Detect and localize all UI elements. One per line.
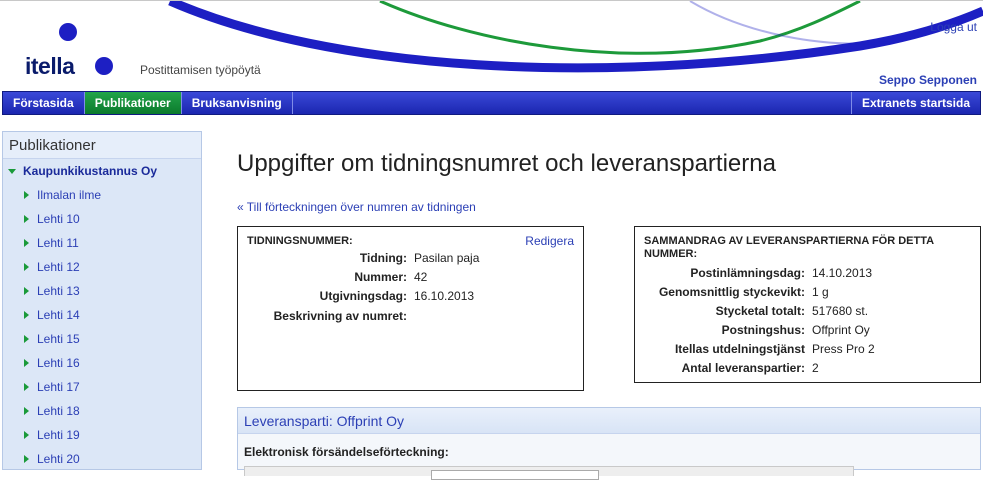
field-label: Stycketal totalt: [715, 304, 805, 318]
expand-triangle-icon [8, 169, 16, 174]
field-value: 14.10.2013 [812, 266, 873, 280]
issue-heading: TIDNINGSNUMMER: [247, 235, 353, 247]
page-header: itella Postittamisen työpöytä Logga ut S… [0, 0, 983, 90]
field-label: Antal leveranspartier: [681, 361, 805, 375]
summary-heading-line1: SAMMANDRAG AV LEVERANSPARTIERNA FÖR DETT… [644, 235, 935, 247]
issue-field-row: Nummer: 42 [238, 270, 585, 286]
field-value: Press Pro 2 [812, 342, 875, 356]
delivery-lot-heading: Leveransparti: Offprint Oy [238, 408, 980, 434]
sidebar-item-publication[interactable]: Lehti 19 [3, 423, 201, 447]
summary-field-row: Genomsnittlig styckevikt: 1 g [635, 285, 982, 301]
sidebar-item-publication[interactable]: Lehti 13 [3, 279, 201, 303]
sidebar-item-publication[interactable]: Lehti 11 [3, 231, 201, 255]
sidebar-item-publication[interactable]: Lehti 10 [3, 207, 201, 231]
field-label: Tidning: [359, 251, 407, 265]
nav-item-forstasida[interactable]: Förstasida [3, 92, 85, 114]
field-value: 16.10.2013 [414, 289, 475, 303]
sidebar-item-label: Ilmalan ilme [37, 188, 102, 202]
field-label: Postinlämningsdag: [690, 266, 805, 280]
logo-text: itella [25, 53, 75, 79]
field-label: Genomsnittlig styckevikt: [658, 285, 805, 299]
manifest-table [244, 466, 854, 480]
sidebar-title: Publikationer [3, 132, 201, 159]
issue-details-box: TIDNINGSNUMMER: Redigera Tidning: Pasila… [237, 226, 584, 391]
arrow-right-icon [24, 263, 29, 271]
sidebar-item-label: Lehti 10 [37, 212, 80, 226]
sidebar-item-publication[interactable]: Lehti 16 [3, 351, 201, 375]
summary-field-row: Antal leveranspartier: 2 [635, 361, 982, 377]
sidebar-item-publication[interactable]: Ilmalan ilme [3, 183, 201, 207]
issue-field-row: Beskrivning av numret: [238, 309, 585, 325]
nav-spacer [293, 92, 851, 114]
arrow-right-icon [24, 335, 29, 343]
electronic-manifest-label: Elektronisk försändelseförteckning: [244, 445, 449, 459]
sidebar-item-publication[interactable]: Lehti 20 [3, 447, 201, 471]
nav-item-publikationer[interactable]: Publikationer [84, 92, 182, 114]
field-label: Postningshus: [721, 323, 805, 337]
field-value: Offprint Oy [812, 323, 870, 337]
issue-field-row: Tidning: Pasilan paja [238, 251, 585, 267]
arrow-right-icon [24, 407, 29, 415]
sidebar-item-label: Lehti 20 [37, 452, 80, 466]
tagline: Postittamisen työpöytä [140, 63, 261, 77]
edit-link[interactable]: Redigera [525, 234, 574, 248]
arrow-right-icon [24, 431, 29, 439]
logo-dot-icon [59, 23, 77, 41]
sidebar-item-label: Lehti 19 [37, 428, 80, 442]
arrow-right-icon [24, 287, 29, 295]
sidebar: Publikationer Kaupunkikustannus Oy Ilmal… [2, 131, 202, 470]
arrow-right-icon [24, 383, 29, 391]
itella-logo[interactable]: itella [25, 23, 125, 83]
field-value: Pasilan paja [414, 251, 480, 265]
sidebar-item-label: Lehti 14 [37, 308, 80, 322]
sidebar-item-label: Lehti 16 [37, 356, 80, 370]
sidebar-item-publication[interactable]: Lehti 15 [3, 327, 201, 351]
field-label: Utgivningsdag: [319, 289, 407, 303]
summary-field-row: Postningshus: Offprint Oy [635, 323, 982, 339]
arrow-right-icon [24, 215, 29, 223]
logo-dot-icon [95, 57, 113, 75]
summary-heading-line2: NUMMER: [644, 248, 698, 260]
sidebar-item-publication[interactable]: Lehti 18 [3, 399, 201, 423]
field-value: 517680 st. [812, 304, 869, 318]
field-value: 42 [414, 270, 428, 284]
sidebar-item-label: Lehti 11 [37, 236, 79, 250]
arrow-right-icon [24, 191, 29, 199]
page-title: Uppgifter om tidningsnumret och leverans… [237, 150, 776, 177]
summary-field-row: Stycketal totalt: 517680 st. [635, 304, 982, 320]
sidebar-item-label: Lehti 18 [37, 404, 80, 418]
sidebar-item-label: Lehti 15 [37, 332, 80, 346]
nav-item-extranet-start[interactable]: Extranets startsida [850, 92, 980, 114]
field-value: 1 g [812, 285, 829, 299]
nav-item-bruksanvisning[interactable]: Bruksanvisning [182, 92, 293, 114]
sidebar-item-label: Kaupunkikustannus Oy [23, 164, 158, 178]
issue-field-row: Utgivningsdag: 16.10.2013 [238, 289, 585, 305]
logout-link[interactable]: Logga ut [930, 20, 977, 34]
delivery-summary-box: SAMMANDRAG AV LEVERANSPARTIERNA FÖR DETT… [634, 226, 981, 383]
arrow-right-icon [24, 311, 29, 319]
sidebar-item-publication[interactable]: Lehti 12 [3, 255, 201, 279]
summary-field-row: Itellas utdelningstjänst Press Pro 2 [635, 342, 982, 358]
summary-field-row: Postinlämningsdag: 14.10.2013 [635, 266, 982, 282]
arrow-right-icon [24, 455, 29, 463]
sidebar-item-publisher[interactable]: Kaupunkikustannus Oy [3, 159, 201, 183]
user-name-link[interactable]: Seppo Sepponen [879, 73, 977, 87]
sidebar-item-label: Lehti 17 [37, 380, 80, 394]
field-label: Nummer: [354, 270, 407, 284]
field-label: Itellas utdelningstjänst [674, 342, 805, 356]
manifest-input[interactable] [431, 470, 599, 480]
arrow-right-icon [24, 359, 29, 367]
delivery-lot-panel: Leveransparti: Offprint Oy Elektronisk f… [237, 407, 981, 480]
sidebar-item-publication[interactable]: Lehti 17 [3, 375, 201, 399]
field-label: Beskrivning av numret: [273, 309, 407, 323]
sidebar-item-publication[interactable]: Lehti 14 [3, 303, 201, 327]
sidebar-item-label: Lehti 12 [37, 260, 80, 274]
field-value: 2 [812, 361, 819, 375]
back-to-issues-link[interactable]: « Till förteckningen över numren av tidn… [237, 200, 476, 214]
main-nav: Förstasida Publikationer Bruksanvisning … [2, 91, 981, 115]
arrow-right-icon [24, 239, 29, 247]
sidebar-item-label: Lehti 13 [37, 284, 80, 298]
